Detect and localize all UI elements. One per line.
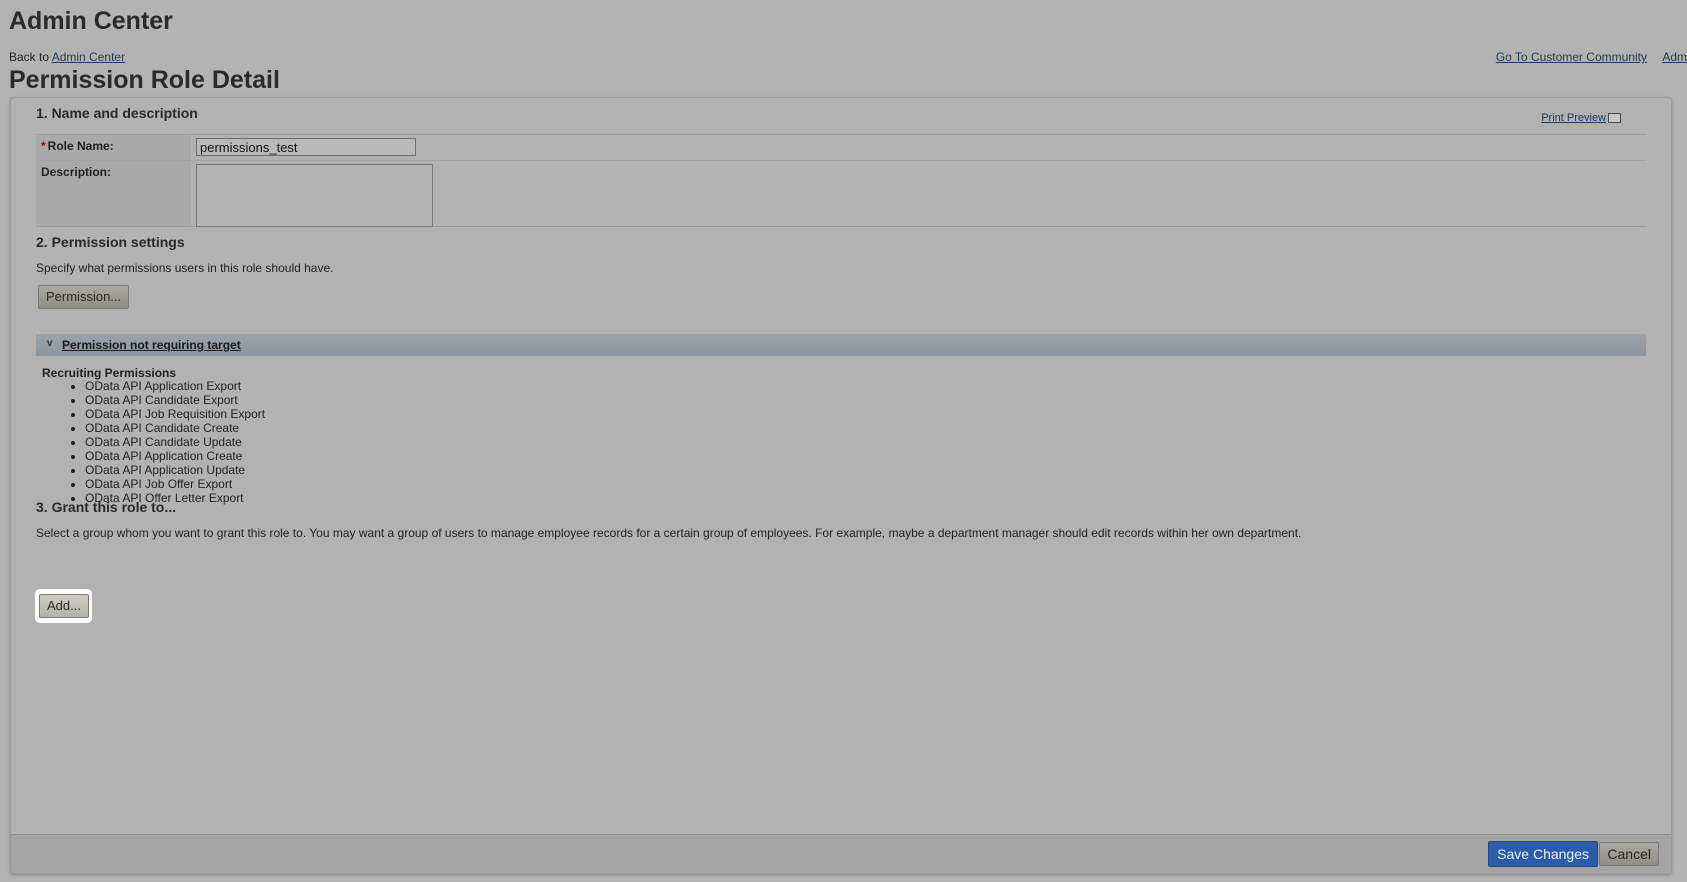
back-to-admin-center-link[interactable]: Admin Center (52, 50, 125, 64)
print-preview-icon (1608, 113, 1621, 124)
cancel-button[interactable]: Cancel (1599, 842, 1659, 866)
list-item: OData API Candidate Update (85, 435, 265, 449)
role-name-row: * Role Name: (36, 135, 1646, 161)
customer-community-link[interactable]: Go To Customer Community (1496, 50, 1647, 64)
footer-bar: Save Changes Cancel (11, 834, 1671, 873)
description-textarea[interactable] (196, 164, 433, 227)
description-row: Description: (36, 161, 1646, 227)
section-grant-role-title: 3. Grant this role to... (36, 499, 177, 515)
add-button[interactable]: Add... (39, 594, 89, 618)
permission-list: OData API Application Export OData API C… (55, 379, 265, 505)
list-item: OData API Job Offer Export (85, 477, 265, 491)
permission-settings-help: Specify what permissions users in this r… (36, 261, 334, 275)
role-name-input[interactable] (196, 138, 416, 156)
chevron-down-icon[interactable]: v (47, 338, 53, 349)
admin-link[interactable]: Adm (1662, 50, 1687, 64)
description-label: Description: (36, 161, 191, 226)
recruiting-permissions-heading: Recruiting Permissions (42, 366, 177, 380)
list-item: OData API Application Export (85, 379, 265, 393)
list-item: OData API Job Requisition Export (85, 407, 265, 421)
section-name-description-title: 1. Name and description (36, 105, 198, 121)
section-permission-settings-title: 2. Permission settings (36, 234, 185, 250)
name-description-form: *Role Name: Description: (36, 134, 1646, 227)
list-item: OData API Candidate Create (85, 421, 265, 435)
permission-button[interactable]: Permission... (38, 285, 130, 309)
breadcrumb: Back to Admin Center (9, 50, 125, 64)
save-changes-button[interactable]: Save Changes (1488, 841, 1598, 867)
permission-group-bar[interactable]: v Permission not requiring target (36, 334, 1646, 356)
required-marker: * (41, 139, 46, 153)
print-preview-link[interactable]: Print Preview (1541, 112, 1606, 124)
app-title: Admin Center (9, 7, 173, 35)
permission-not-requiring-target-link[interactable]: Permission not requiring target (62, 338, 241, 352)
back-prefix: Back to (9, 50, 52, 64)
top-links: Go To Customer Community Adm (1484, 50, 1687, 64)
list-item: OData API Application Update (85, 463, 265, 477)
list-item: OData API Application Create (85, 449, 265, 463)
role-detail-panel: 1. Name and description Print Preview * R… (10, 97, 1672, 874)
list-item: OData API Candidate Export (85, 393, 265, 407)
print-preview: Print Preview (1541, 112, 1621, 124)
grant-role-help: Select a group whom you want to grant th… (36, 526, 1302, 540)
add-button-highlight: Add... (35, 589, 92, 623)
page-title: Permission Role Detail (9, 66, 280, 94)
role-name-label: * Role Name: (36, 135, 191, 160)
